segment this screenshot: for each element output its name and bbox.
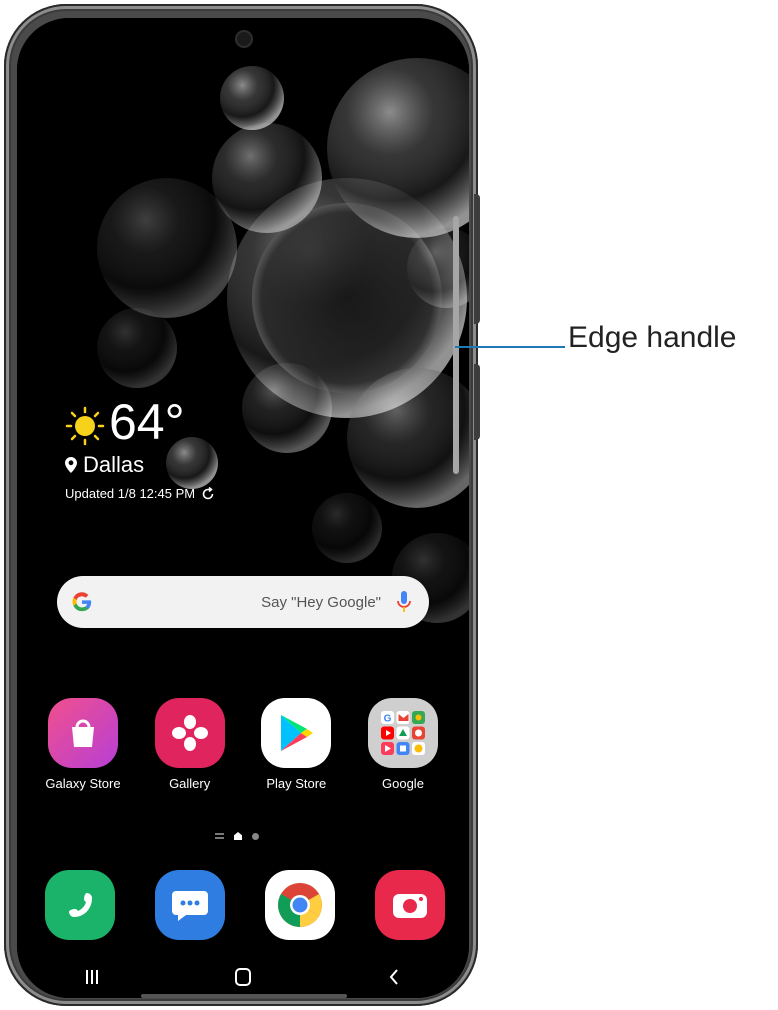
home-indicator-icon [215,833,224,839]
home-screen: 64° Dallas Updated 1/8 12:45 PM Say "Hey… [17,18,469,998]
sun-icon [65,406,105,446]
camera-icon[interactable] [375,870,445,940]
location-name: Dallas [83,452,145,477]
callout-label: Edge handle [568,321,737,354]
app-label: Play Store [266,776,327,791]
page-dot [252,832,259,840]
app-label: Galaxy Store [45,776,121,791]
wallpaper [17,18,469,998]
app-dock [45,870,445,940]
recents-button[interactable] [72,962,112,992]
back-icon [389,969,398,985]
microphone-icon[interactable] [397,591,411,613]
svg-text:G: G [384,714,392,725]
home-app-row: Galaxy Store Gallery Play Store G Google [43,698,443,791]
app-label: Google [382,776,424,791]
front-camera [237,32,251,46]
callout-line [455,346,565,348]
google-folder-icon[interactable]: G [367,698,438,768]
play-store-icon[interactable] [261,698,332,768]
page-indicator [215,832,259,840]
power-button [474,364,480,440]
chrome-icon[interactable] [265,870,335,940]
back-button[interactable] [374,962,414,992]
gallery-icon[interactable] [154,698,225,768]
search-hint: Say "Hey Google" [261,593,381,611]
weather-widget[interactable]: 64° Dallas Updated 1/8 12:45 PM [65,392,215,501]
page-dot-active [234,832,242,840]
app-play-store[interactable]: Play Store [256,698,336,791]
phone-frame: 64° Dallas Updated 1/8 12:45 PM Say "Hey… [4,4,480,1006]
app-gallery[interactable]: Gallery [150,698,230,791]
phone-icon[interactable] [45,870,115,940]
volume-button [474,194,480,324]
google-g-icon [72,592,92,612]
app-google-folder[interactable]: G Google [363,698,443,791]
galaxy-store-icon[interactable] [48,698,118,768]
app-label: Gallery [169,776,211,791]
temperature: 64° [109,394,185,450]
google-search-bar[interactable]: Say "Hey Google" [57,576,429,628]
recents-icon [86,970,99,984]
bottom-frame-edge [141,994,347,998]
refresh-icon[interactable] [201,486,215,501]
home-icon [234,968,251,986]
app-galaxy-store[interactable]: Galaxy Store [43,698,123,791]
messages-icon[interactable] [155,870,225,940]
edge-handle[interactable] [453,216,459,474]
navigation-bar [17,956,469,998]
home-button[interactable] [223,962,263,992]
location-pin-icon [65,457,77,473]
updated-time: Updated 1/8 12:45 PM [65,486,196,501]
